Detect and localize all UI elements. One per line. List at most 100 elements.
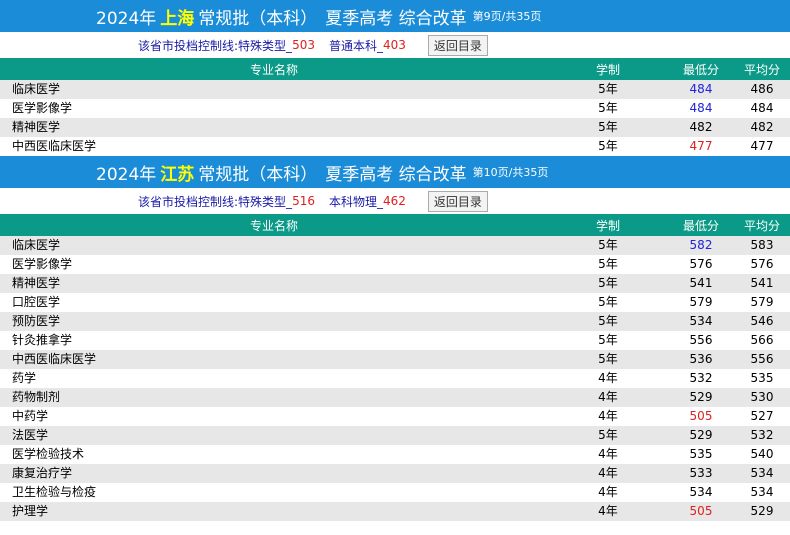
min-score-cell: 579 <box>668 293 734 312</box>
back-to-contents-button[interactable]: 返回目录 <box>427 190 488 212</box>
title-year: 2024年 <box>96 164 157 185</box>
title-batch: 常规批（本科） <box>198 8 318 29</box>
avg-score-cell: 534 <box>734 464 790 483</box>
min-score-cell: 534 <box>668 312 734 331</box>
score-page: 2024年 上海 常规批（本科） 夏季高考 综合改革 第9页/共35页 该省市投… <box>0 0 790 521</box>
major-cell: 中西医临床医学 <box>0 137 548 156</box>
avg-score-cell: 477 <box>734 137 790 156</box>
years-cell: 5年 <box>548 293 668 312</box>
years-cell: 4年 <box>548 483 668 502</box>
table-row: 中西医临床医学 5年 477 477 <box>0 137 790 156</box>
years-cell: 5年 <box>548 80 668 99</box>
min-score-cell: 532 <box>668 369 734 388</box>
avg-score-cell: 540 <box>734 445 790 464</box>
avg-score-cell: 534 <box>734 483 790 502</box>
province-section: 2024年 江苏 常规批（本科） 夏季高考 综合改革 第10页/共35页 该省市… <box>0 156 790 521</box>
back-to-contents-button[interactable]: 返回目录 <box>427 34 488 56</box>
years-cell: 5年 <box>548 350 668 369</box>
table-row: 药物制剂 4年 529 530 <box>0 388 790 407</box>
title-year: 2024年 <box>96 8 157 29</box>
control-line-2-value: 462 <box>382 194 406 208</box>
major-cell: 中西医临床医学 <box>0 350 548 369</box>
major-cell: 医学检验技术 <box>0 445 548 464</box>
min-score-cell: 533 <box>668 464 734 483</box>
title-province: 江苏 <box>160 164 195 185</box>
major-cell: 医学影像学 <box>0 255 548 274</box>
table-header-row: 专业名称 学制 最低分 平均分 <box>0 214 790 236</box>
years-cell: 5年 <box>548 118 668 137</box>
min-score-cell: 536 <box>668 350 734 369</box>
major-cell: 药学 <box>0 369 548 388</box>
table-row: 护理学 4年 505 529 <box>0 502 790 521</box>
avg-score-cell: 556 <box>734 350 790 369</box>
avg-score-cell: 576 <box>734 255 790 274</box>
title-exam: 夏季高考 综合改革 <box>325 8 467 29</box>
table-row: 精神医学 5年 541 541 <box>0 274 790 293</box>
avg-score-cell: 486 <box>734 80 790 99</box>
table-row: 口腔医学 5年 579 579 <box>0 293 790 312</box>
control-line-2-value: 403 <box>382 38 406 52</box>
score-table: 专业名称 学制 最低分 平均分 临床医学 5年 484 486 医学影像学 5年 484 48… <box>0 58 790 156</box>
avg-score-cell: 583 <box>734 236 790 255</box>
major-cell: 精神医学 <box>0 274 548 293</box>
table-row: 医学检验技术 4年 535 540 <box>0 445 790 464</box>
table-row: 针灸推拿学 5年 556 566 <box>0 331 790 350</box>
page-indicator: 第10页/共35页 <box>472 166 549 179</box>
major-cell: 康复治疗学 <box>0 464 548 483</box>
min-score-cell: 477 <box>668 137 734 156</box>
years-cell: 5年 <box>548 137 668 156</box>
title-province: 上海 <box>160 8 195 29</box>
major-cell: 针灸推拿学 <box>0 331 548 350</box>
years-cell: 5年 <box>548 426 668 445</box>
years-cell: 5年 <box>548 331 668 350</box>
header-major: 专业名称 <box>0 58 548 80</box>
table-row: 预防医学 5年 534 546 <box>0 312 790 331</box>
table-header-row: 专业名称 学制 最低分 平均分 <box>0 58 790 80</box>
major-cell: 精神医学 <box>0 118 548 137</box>
table-row: 精神医学 5年 482 482 <box>0 118 790 137</box>
years-cell: 4年 <box>548 445 668 464</box>
control-line-label: 该省市投档控制线: <box>138 38 239 53</box>
major-cell: 预防医学 <box>0 312 548 331</box>
major-cell: 药物制剂 <box>0 388 548 407</box>
control-line-1-value: 516 <box>292 194 315 208</box>
min-score-cell: 556 <box>668 331 734 350</box>
years-cell: 5年 <box>548 255 668 274</box>
control-line-row: 该省市投档控制线: 特殊类型_ 516 本科物理_ 462 返回目录 <box>0 188 790 214</box>
control-line-2-label: 普通本科_ <box>328 38 383 53</box>
score-table: 专业名称 学制 最低分 平均分 临床医学 5年 582 583 医学影像学 5年 576 57… <box>0 214 790 521</box>
min-score-cell: 529 <box>668 426 734 445</box>
min-score-cell: 535 <box>668 445 734 464</box>
avg-score-cell: 527 <box>734 407 790 426</box>
major-cell: 临床医学 <box>0 80 548 99</box>
section-title-bar: 2024年 江苏 常规批（本科） 夏季高考 综合改革 第10页/共35页 <box>0 156 790 188</box>
section-title-bar: 2024年 上海 常规批（本科） 夏季高考 综合改革 第9页/共35页 <box>0 0 790 32</box>
years-cell: 4年 <box>548 407 668 426</box>
table-row: 中药学 4年 505 527 <box>0 407 790 426</box>
header-avg-score: 平均分 <box>734 214 790 236</box>
major-cell: 卫生检验与检疫 <box>0 483 548 502</box>
control-line-1-label: 特殊类型_ <box>238 38 293 53</box>
table-row: 卫生检验与检疫 4年 534 534 <box>0 483 790 502</box>
avg-score-cell: 535 <box>734 369 790 388</box>
major-cell: 口腔医学 <box>0 293 548 312</box>
years-cell: 4年 <box>548 502 668 521</box>
years-cell: 4年 <box>548 369 668 388</box>
years-cell: 4年 <box>548 464 668 483</box>
header-years: 学制 <box>548 214 668 236</box>
control-line-2-label: 本科物理_ <box>328 194 383 209</box>
major-cell: 医学影像学 <box>0 99 548 118</box>
avg-score-cell: 530 <box>734 388 790 407</box>
avg-score-cell: 532 <box>734 426 790 445</box>
table-row: 医学影像学 5年 484 484 <box>0 99 790 118</box>
table-row: 药学 4年 532 535 <box>0 369 790 388</box>
header-avg-score: 平均分 <box>734 58 790 80</box>
min-score-cell: 529 <box>668 388 734 407</box>
years-cell: 5年 <box>548 236 668 255</box>
min-score-cell: 482 <box>668 118 734 137</box>
table-row: 临床医学 5年 484 486 <box>0 80 790 99</box>
avg-score-cell: 566 <box>734 331 790 350</box>
province-section: 2024年 上海 常规批（本科） 夏季高考 综合改革 第9页/共35页 该省市投… <box>0 0 790 156</box>
years-cell: 4年 <box>548 388 668 407</box>
min-score-cell: 484 <box>668 99 734 118</box>
